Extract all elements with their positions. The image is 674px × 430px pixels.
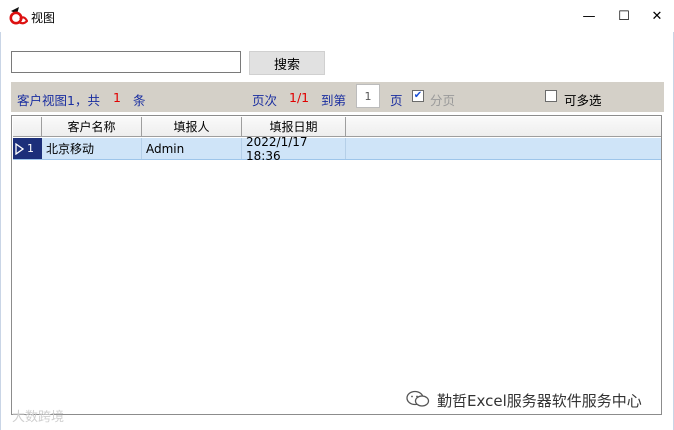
grid-corner-header	[13, 117, 42, 137]
goto-unit: 页	[390, 93, 403, 108]
wechat-icon	[406, 390, 430, 407]
multiselect-label: 可多选	[564, 93, 602, 108]
window-frame-left	[0, 0, 1, 430]
cell-customer[interactable]: 北京移动	[42, 138, 142, 159]
title-bar[interactable]	[0, 0, 674, 32]
window-title: 视图	[31, 11, 56, 25]
row-indicator[interactable]: 1	[13, 138, 42, 159]
multiselect-checkbox[interactable]	[545, 90, 557, 102]
row-index: 1	[27, 142, 34, 155]
goto-page-input[interactable]: 1	[356, 84, 380, 108]
page-value: 1/1	[289, 90, 310, 105]
column-header-reporter[interactable]: 填报人	[142, 117, 242, 137]
cell-reporter[interactable]: Admin	[142, 138, 242, 159]
maximize-button[interactable]: ☐	[613, 7, 635, 25]
column-header-filler	[346, 117, 661, 137]
paging-label: 分页	[430, 93, 456, 108]
record-count-unit: 条	[133, 93, 146, 108]
paging-checkbox[interactable]: ✔	[412, 90, 424, 102]
record-count: 1	[113, 90, 121, 105]
close-button[interactable]: ✕	[646, 7, 668, 25]
view-name-label: 客户视图1，共	[17, 93, 100, 108]
search-input[interactable]	[11, 51, 241, 73]
check-icon: ✔	[413, 90, 423, 101]
row-pointer-icon	[15, 142, 24, 155]
column-header-customer[interactable]: 客户名称	[42, 117, 142, 137]
watermark-left: 大数跨境	[12, 410, 65, 425]
app-logo-icon	[8, 6, 28, 26]
minimize-button[interactable]: —	[578, 7, 600, 25]
search-button[interactable]: 搜索	[249, 51, 325, 75]
page-label: 页次	[252, 93, 278, 108]
cell-date[interactable]: 2022/1/17 18:36	[242, 135, 346, 163]
watermark-right: 勤哲Excel服务器软件服务中心	[437, 392, 642, 410]
goto-label: 到第	[321, 93, 347, 108]
